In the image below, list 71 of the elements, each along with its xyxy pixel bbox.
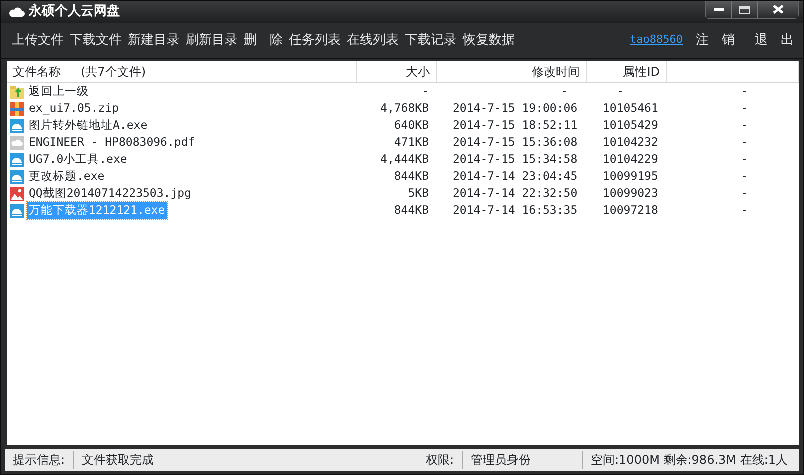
table-cell-text: 2014-7-14 23:04:45 — [452, 168, 579, 185]
toolbar-button[interactable]: 刷新目录 — [183, 30, 241, 50]
table-cell-text: 2014-7-14 22:32:50 — [452, 185, 579, 202]
table-cell-text: - — [560, 83, 569, 100]
window-title: 永硕个人云网盘 — [29, 2, 120, 22]
file-name[interactable]: 更改标题.exe — [27, 168, 107, 186]
toolbar-button[interactable]: 上传文件 — [9, 30, 67, 50]
table-cell-text: 2014-7-15 19:00:06 — [452, 100, 579, 117]
status-label: 权限: — [418, 451, 463, 469]
table-cell-text: 2014-7-14 16:53:35 — [452, 202, 579, 219]
status-value: 管理员身份 — [463, 451, 583, 469]
table-cell-text: 10105429 — [602, 117, 660, 134]
minimize-button[interactable] — [706, 1, 732, 18]
status-space: 空间:1000M 剩余:986.3M 在线:1人 — [590, 452, 789, 469]
table-cell-text: - — [740, 185, 749, 202]
column-header[interactable]: 文件名称 — [13, 62, 61, 80]
file-count: (共7个文件) — [81, 64, 146, 80]
archive-icon — [9, 100, 25, 117]
table-cell-text: - — [740, 168, 749, 185]
table-cell-text: 4,444KB — [380, 151, 430, 168]
folder-up-icon — [9, 84, 25, 100]
toolbar-button[interactable]: 下载记录 — [402, 30, 460, 50]
toolbar-button[interactable]: 任务列表 — [286, 30, 344, 50]
table-cell-text: 10099195 — [602, 168, 660, 185]
table-cell-text: 2014-7-15 15:36:08 — [452, 134, 579, 151]
table-cell-text: 2014-7-15 15:34:58 — [452, 151, 579, 168]
toolbar-button[interactable]: 新建目录 — [125, 30, 183, 50]
status-label: 提示信息: — [5, 451, 74, 469]
column-header[interactable]: 大小 — [406, 62, 430, 80]
table-cell-text: - — [740, 134, 749, 151]
toolbar-button[interactable]: 注 销 — [693, 30, 738, 50]
column-header[interactable]: 属性ID — [623, 62, 660, 80]
file-name[interactable]: QQ截图20140714223503.jpg — [27, 185, 194, 202]
table-cell-text: 2014-7-15 18:52:11 — [452, 117, 579, 134]
column-header[interactable]: 修改时间 — [532, 62, 580, 80]
table-cell-text: 640KB — [393, 117, 430, 134]
table-cell-text: 4,768KB — [380, 100, 430, 117]
file-name[interactable]: 返回上一级 — [27, 83, 91, 100]
maximize-button[interactable] — [732, 1, 758, 18]
table-cell-text: - — [740, 117, 749, 134]
table-cell-text: 10104232 — [602, 134, 660, 151]
toolbar-button[interactable]: 删 除 — [241, 30, 286, 50]
table-cell-text: 10099023 — [602, 185, 660, 202]
table-cell-text: 5KB — [407, 185, 430, 202]
file-name[interactable]: ex_ui7.05.zip — [27, 100, 122, 118]
status-message: 文件获取完成 — [81, 452, 156, 469]
toolbar-button[interactable]: 退 出 — [752, 30, 797, 50]
file-name[interactable]: ENGINEER - HP8083096.pdf — [27, 134, 198, 152]
table-cell-text: - — [740, 100, 749, 117]
toolbar-button[interactable]: 在线列表 — [344, 30, 402, 50]
cloud-icon — [9, 6, 25, 18]
toolbar-button[interactable]: 下载文件 — [67, 30, 125, 50]
toolbar-button[interactable]: 恢复数据 — [460, 30, 518, 50]
user-link[interactable]: tao88560 — [630, 32, 683, 49]
table-cell-text: - — [421, 83, 430, 100]
table-cell-text: 471KB — [393, 134, 430, 151]
table-cell-text: - — [616, 83, 625, 100]
table-cell-text: - — [740, 83, 749, 100]
file-name[interactable]: UG7.0小工具.exe — [27, 151, 130, 168]
table-cell-text: 10104229 — [602, 151, 660, 168]
table-cell-text: 844KB — [393, 168, 430, 185]
minimize-icon — [714, 8, 724, 12]
close-icon — [772, 5, 784, 14]
close-button[interactable] — [758, 1, 798, 18]
file-name[interactable]: 图片转外链地址A.exe — [27, 117, 150, 134]
table-cell-text: - — [740, 151, 749, 168]
table-cell-text: 10105461 — [602, 100, 660, 117]
table-cell-text: 10097218 — [602, 202, 660, 219]
table-cell-text: - — [740, 202, 749, 219]
maximize-icon — [739, 6, 750, 14]
table-cell-text: 844KB — [393, 202, 430, 219]
